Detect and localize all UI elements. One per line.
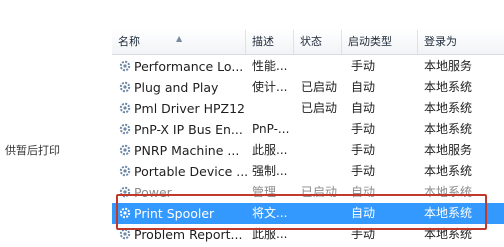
service-startup-type: 手动 [351, 143, 376, 157]
column-header-name[interactable]: 名称 ▲ [112, 30, 246, 54]
side-label: 供暂后打印 [5, 144, 60, 157]
service-logon-as: 本地系统 [424, 227, 473, 241]
service-logon-as: 本地服务 [424, 59, 473, 73]
service-name: PnP-X IP Bus En... [134, 122, 243, 137]
service-startup-type: 手动 [351, 122, 376, 136]
service-startup-type: 自动 [351, 185, 376, 199]
service-logon-as: 本地系统 [424, 185, 473, 199]
service-logon-as: 本地系统 [424, 164, 473, 178]
service-logon-as: 本地系统 [424, 101, 473, 115]
service-startup-type: 手动 [351, 59, 376, 73]
service-description: 将文... [252, 206, 288, 220]
service-name: Portable Device ... [134, 164, 249, 179]
service-status: 已启动 [301, 185, 338, 199]
service-logon-as: 本地系统 [424, 122, 473, 136]
gear-icon [119, 81, 131, 93]
table-row[interactable]: Pml Driver HPZ12 已启动 自动 本地系统 [112, 98, 504, 119]
service-description: 使计... [252, 80, 288, 94]
table-row[interactable]: PnP-X IP Bus En... PnP-... 手动 本地系统 [112, 119, 504, 140]
column-header: 名称 ▲ 描述 状态 启动类型 登录为 [112, 30, 504, 55]
service-status [301, 140, 345, 161]
service-startup-type: 手动 [351, 227, 376, 241]
column-header-logon[interactable]: 登录为 [418, 30, 504, 54]
gear-icon [119, 207, 131, 219]
table-row[interactable]: Portable Device ... 强制... 手动 本地系统 [112, 161, 504, 182]
sort-ascending-icon: ▲ [176, 34, 183, 43]
gear-icon [119, 144, 131, 156]
gear-icon [119, 102, 131, 114]
table-row[interactable]: Power 管理... 已启动 自动 本地系统 [112, 182, 504, 203]
service-logon-as: 本地系统 [424, 80, 473, 94]
service-status: 已启动 [301, 80, 338, 94]
service-name: Pml Driver HPZ12 [134, 101, 246, 116]
service-description: 性能... [252, 59, 288, 73]
service-description: 强制... [252, 164, 288, 178]
service-status [301, 203, 345, 224]
service-status [301, 224, 345, 245]
service-description [252, 98, 296, 119]
service-name: Performance Lo... [134, 59, 244, 74]
gear-icon [119, 228, 131, 240]
service-description: 此服... [252, 227, 288, 241]
service-name: Plug and Play [134, 80, 219, 95]
service-name: Power [134, 185, 172, 200]
service-startup-type: 自动 [351, 80, 376, 94]
service-description: 管理... [252, 185, 288, 199]
service-status [301, 56, 345, 77]
table-row[interactable]: Print Spooler 将文... 自动 本地系统 [112, 203, 504, 224]
gear-icon [119, 165, 131, 177]
gear-icon [119, 186, 131, 198]
table-row[interactable]: Plug and Play 使计... 已启动 自动 本地系统 [112, 77, 504, 98]
service-status: 已启动 [301, 101, 338, 115]
table-row[interactable]: Performance Lo... 性能... 手动 本地服务 [112, 56, 504, 77]
column-name-label: 名称 [118, 35, 140, 48]
column-header-desc[interactable]: 描述 [246, 30, 294, 54]
service-status [301, 119, 345, 140]
service-name: Print Spooler [134, 206, 215, 221]
service-startup-type: 自动 [351, 206, 376, 220]
service-status [301, 161, 345, 182]
services-list[interactable]: 名称 ▲ 描述 状态 启动类型 登录为 Performance Lo... 性能.… [112, 26, 504, 247]
service-name: PNRP Machine ... [134, 143, 240, 158]
service-logon-as: 本地系统 [424, 206, 473, 220]
service-startup-type: 自动 [351, 101, 376, 115]
table-row[interactable]: Problem Report... 此服... 手动 本地系统 [112, 224, 504, 245]
service-description: PnP-... [252, 122, 290, 136]
service-startup-type: 手动 [351, 164, 376, 178]
service-name: Problem Report... [134, 227, 243, 242]
gear-icon [119, 60, 131, 72]
column-header-startup[interactable]: 启动类型 [342, 30, 418, 54]
service-description: 此服... [252, 143, 288, 157]
column-header-status[interactable]: 状态 [294, 30, 342, 54]
gear-icon [119, 123, 131, 135]
service-logon-as: 本地服务 [424, 143, 473, 157]
table-row[interactable]: PNRP Machine ... 此服... 手动 本地服务 [112, 140, 504, 161]
